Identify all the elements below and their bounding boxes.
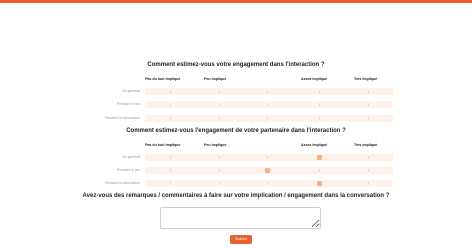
- scale-tick: [319, 169, 320, 172]
- scale-tick: [219, 169, 220, 172]
- scale-tick: [368, 182, 369, 185]
- scale-label-fairly: Assez impliqué: [301, 77, 328, 81]
- slider-thumb[interactable]: [317, 181, 322, 186]
- q2-general-slider[interactable]: [145, 154, 393, 161]
- scale-tick: [170, 117, 171, 120]
- scale-tick: [267, 156, 268, 159]
- question-2-title: Comment estimez-vous l'engagement de vot…: [126, 128, 346, 134]
- q2-row-general-label: En général:: [122, 155, 141, 159]
- scale-tick: [170, 169, 171, 172]
- q2-row-game-label: Pendant le jeu:: [117, 168, 141, 172]
- q2-row-discussion-label: Pendant la discussion:: [105, 181, 141, 185]
- accent-top-bar: [0, 0, 472, 3]
- q1-discussion-slider[interactable]: [145, 115, 393, 122]
- q1-row-game-label: Pendant le jeu:: [117, 102, 141, 106]
- scale-tick: [267, 90, 268, 93]
- question-2-scale-header: Pas du tout impliqué Peu impliqué Assez …: [145, 143, 393, 149]
- scale-label-not-at-all: Pas du tout impliqué: [145, 77, 181, 81]
- scale-tick: [219, 90, 220, 93]
- scale-tick: [368, 156, 369, 159]
- scale-label-very: Très impliqué: [354, 77, 378, 81]
- scale-tick: [368, 90, 369, 93]
- scale-tick: [267, 117, 268, 120]
- scale-tick: [219, 182, 220, 185]
- scale-tick: [368, 169, 369, 172]
- scale-tick: [319, 117, 320, 120]
- q2-game-slider[interactable]: [145, 167, 393, 174]
- q1-row-discussion: Pendant la discussion:: [0, 115, 472, 122]
- q1-row-game: Pendant le jeu:: [0, 101, 472, 108]
- scale-tick: [368, 117, 369, 120]
- q1-game-slider[interactable]: [145, 101, 393, 108]
- q1-general-slider[interactable]: [145, 88, 393, 95]
- q1-row-discussion-label: Pendant la discussion:: [105, 116, 141, 120]
- q2-row-discussion: Pendant la discussion:: [0, 180, 472, 187]
- q2-discussion-slider[interactable]: [145, 180, 393, 187]
- question-1-scale-header: Pas du tout impliqué Peu impliqué Assez …: [145, 77, 393, 83]
- scale-tick: [319, 103, 320, 106]
- scale-tick: [368, 103, 369, 106]
- scale-tick: [219, 103, 220, 106]
- scale-tick: [170, 103, 171, 106]
- question-1-title: Comment estimez-vous votre engagement da…: [147, 62, 325, 68]
- scale-label-not-at-all: Pas du tout impliqué: [145, 143, 181, 147]
- scale-label-little: Peu impliqué: [204, 143, 227, 147]
- scale-tick: [219, 117, 220, 120]
- comment-textarea[interactable]: [160, 207, 321, 229]
- scale-label-very: Très impliqué: [354, 143, 378, 147]
- submit-button[interactable]: Submit: [230, 235, 252, 244]
- scale-tick: [170, 182, 171, 185]
- scale-tick: [219, 156, 220, 159]
- q1-row-general: En général:: [0, 88, 472, 95]
- comment-question: Avez-vous des remarques / commentaires à…: [82, 193, 390, 199]
- q2-row-general: En général:: [0, 154, 472, 161]
- scale-tick: [267, 103, 268, 106]
- slider-thumb[interactable]: [317, 155, 322, 160]
- scale-tick: [267, 182, 268, 185]
- q2-row-game: Pendant le jeu:: [0, 167, 472, 174]
- scale-tick: [170, 90, 171, 93]
- slider-thumb[interactable]: [265, 168, 270, 173]
- scale-tick: [319, 90, 320, 93]
- q1-row-general-label: En général:: [122, 89, 141, 93]
- scale-label-fairly: Assez impliqué: [301, 143, 328, 147]
- scale-tick: [170, 156, 171, 159]
- scale-label-little: Peu impliqué: [204, 77, 227, 81]
